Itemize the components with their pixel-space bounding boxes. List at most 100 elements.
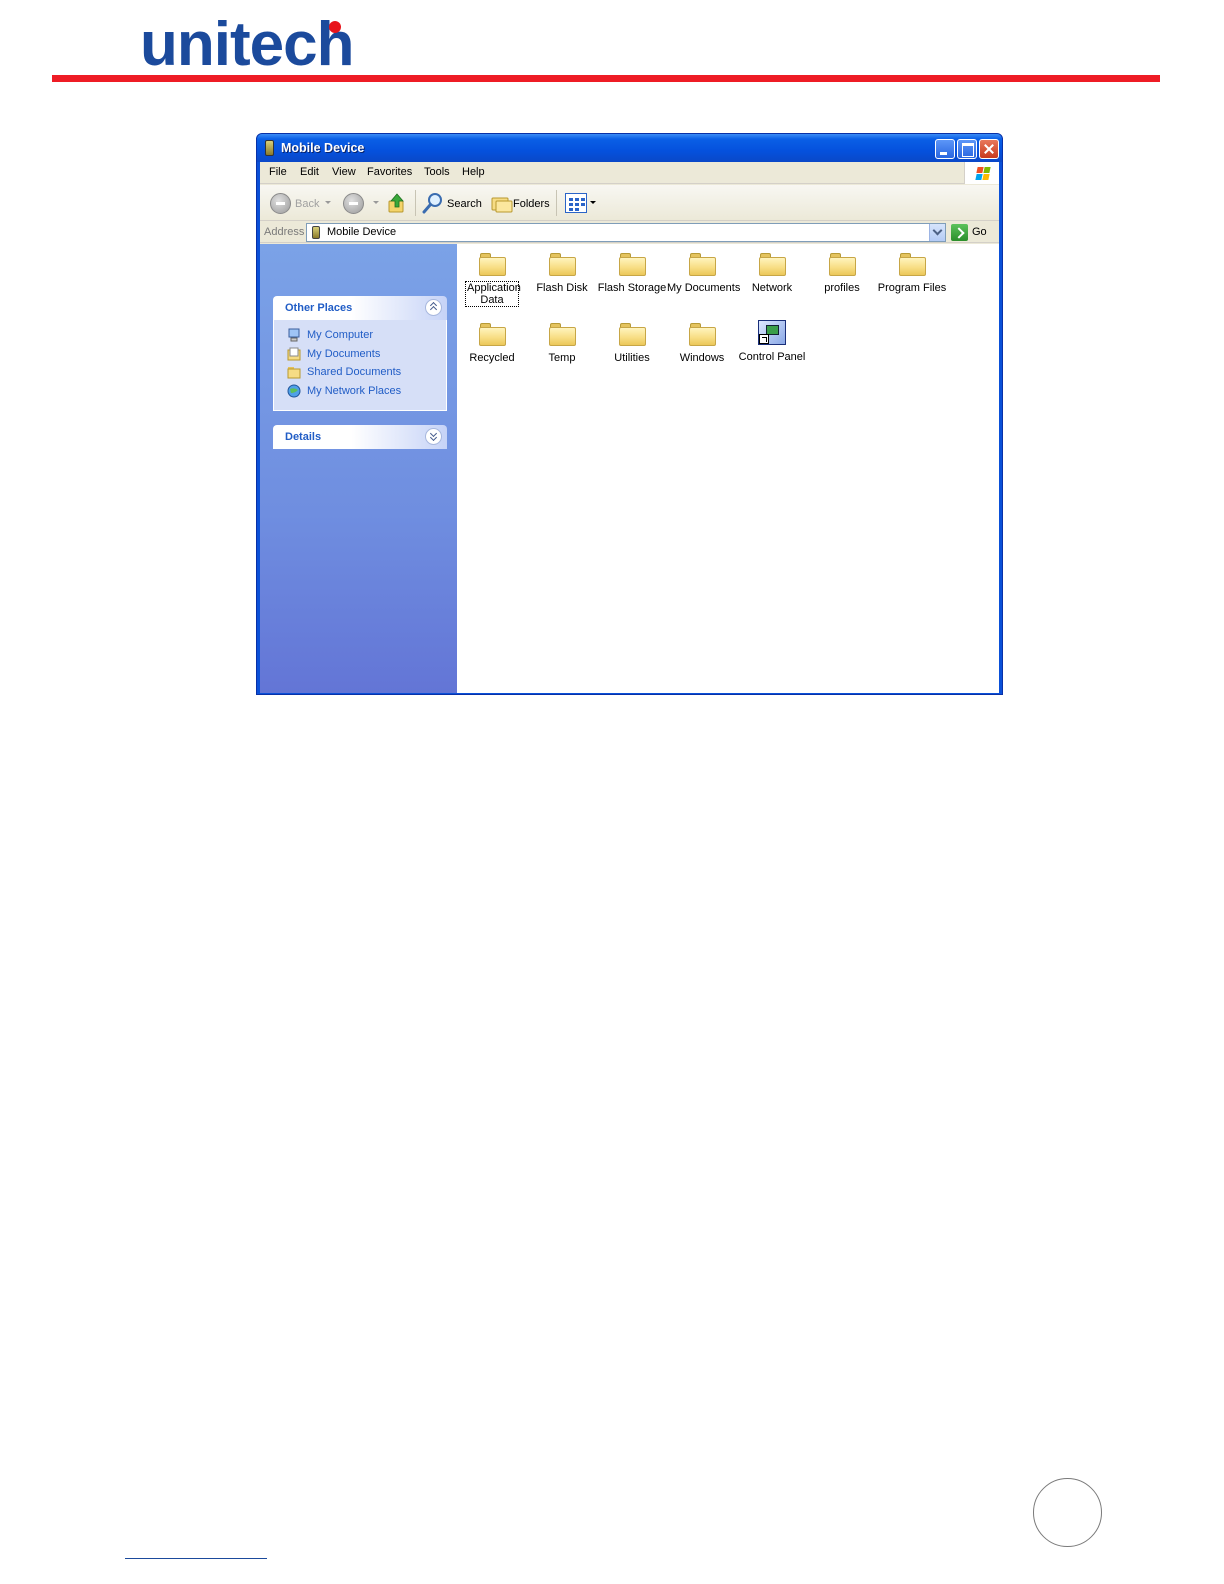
- folder-item-recycled[interactable]: Recycled: [457, 322, 527, 365]
- mobile-device-icon: [265, 140, 274, 156]
- search-button-label[interactable]: Search: [447, 198, 482, 210]
- close-button[interactable]: [979, 139, 999, 159]
- folder-icon: [758, 252, 786, 276]
- link-shared-documents[interactable]: Shared Documents: [274, 363, 446, 382]
- details-panel: Details: [273, 425, 447, 449]
- address-dropdown-icon[interactable]: [929, 224, 945, 241]
- logo-text: unitech: [140, 10, 354, 79]
- item-label: Utilities: [614, 352, 650, 364]
- details-title: Details: [285, 431, 322, 443]
- folder-item-my-documents[interactable]: My Documents: [667, 252, 741, 295]
- my-documents-icon: [287, 347, 301, 360]
- unitech-logo: unitech: [140, 14, 370, 76]
- folder-icon: [898, 252, 926, 276]
- folder-item-utilities[interactable]: Utilities: [597, 322, 667, 365]
- details-header[interactable]: Details: [273, 425, 447, 449]
- toolbar-separator: [556, 190, 557, 216]
- forward-dropdown-icon[interactable]: [373, 201, 379, 204]
- my-computer-icon: [288, 328, 300, 342]
- search-icon[interactable]: [422, 192, 444, 214]
- item-label: Windows: [679, 352, 725, 364]
- link-my-network-places[interactable]: My Network Places: [274, 382, 446, 401]
- folder-item-temp[interactable]: Temp: [527, 322, 597, 365]
- other-places-title: Other Places: [285, 302, 353, 314]
- item-label: Flash Storage: [597, 282, 667, 294]
- folder-icon: [618, 252, 646, 276]
- footer-rule: [125, 1558, 267, 1559]
- minimize-button[interactable]: [935, 139, 955, 159]
- item-label: Recycled: [469, 352, 515, 364]
- back-dropdown-icon[interactable]: [325, 201, 331, 204]
- menu-tools[interactable]: Tools: [424, 166, 450, 178]
- window-title: Mobile Device: [281, 141, 365, 155]
- back-arrow-icon[interactable]: [270, 193, 291, 214]
- address-value[interactable]: Mobile Device: [327, 226, 396, 238]
- folders-button-label[interactable]: Folders: [513, 198, 550, 210]
- menu-favorites[interactable]: Favorites: [367, 166, 412, 178]
- views-dropdown-icon[interactable]: [590, 201, 596, 204]
- task-pane: Other Places My Computer My Documents Sh…: [260, 244, 457, 693]
- back-button-label[interactable]: Back: [295, 198, 319, 210]
- folder-icon: [688, 252, 716, 276]
- folder-icon: [688, 322, 716, 346]
- item-label: profiles: [824, 282, 860, 294]
- title-bar[interactable]: Mobile Device: [257, 134, 1002, 162]
- network-places-icon: [287, 384, 301, 397]
- address-label: Address: [264, 226, 305, 238]
- maximize-button[interactable]: [957, 139, 977, 159]
- folder-icon: [618, 322, 646, 346]
- menu-view[interactable]: View: [332, 166, 356, 178]
- link-my-computer[interactable]: My Computer: [274, 326, 446, 345]
- link-label[interactable]: My Documents: [307, 348, 380, 360]
- folder-item-program-files[interactable]: Program Files: [877, 252, 947, 295]
- folder-icon: [828, 252, 856, 276]
- shortcut-item-control-panel[interactable]: Control Panel: [737, 320, 807, 364]
- folder-item-profiles[interactable]: profiles: [807, 252, 877, 295]
- address-bar: Address Mobile Device Go: [260, 222, 999, 243]
- go-button-label[interactable]: Go: [972, 226, 987, 238]
- expand-chevron-icon[interactable]: [425, 428, 442, 445]
- item-label: Temp: [548, 352, 576, 364]
- header-rule: [52, 75, 1160, 82]
- views-icon[interactable]: [565, 193, 587, 213]
- menu-bar: File Edit View Favorites Tools Help: [260, 162, 999, 184]
- windows-logo-icon: [964, 162, 999, 184]
- menu-edit[interactable]: Edit: [300, 166, 319, 178]
- folders-icon[interactable]: [491, 193, 513, 213]
- toolbar-separator: [415, 190, 416, 216]
- item-label: Control Panel: [738, 351, 806, 363]
- item-label: My Documents: [667, 282, 741, 294]
- folder-item-flash-storage[interactable]: Flash Storage: [597, 252, 667, 295]
- link-label[interactable]: My Computer: [307, 329, 373, 341]
- link-label[interactable]: My Network Places: [307, 385, 401, 397]
- forward-arrow-icon[interactable]: [343, 193, 364, 214]
- item-label: Application Data: [465, 281, 521, 307]
- other-places-links: My Computer My Documents Shared Document…: [273, 320, 447, 411]
- folder-item-flash-disk[interactable]: Flash Disk: [527, 252, 597, 295]
- item-label: Network: [751, 282, 793, 294]
- file-view[interactable]: Application Data Flash Disk Flash Storag…: [457, 244, 999, 693]
- toolbar: Back Search Folders: [260, 185, 999, 221]
- go-arrow-icon[interactable]: [951, 224, 968, 241]
- menu-file[interactable]: File: [269, 166, 287, 178]
- address-input[interactable]: Mobile Device: [306, 223, 946, 242]
- explorer-window: Mobile Device File Edit View Favorites T…: [256, 133, 1003, 695]
- mobile-device-icon: [312, 226, 320, 239]
- folder-item-application-data[interactable]: Application Data: [457, 252, 527, 307]
- link-my-documents[interactable]: My Documents: [274, 345, 446, 364]
- folder-icon: [478, 252, 506, 276]
- other-places-header[interactable]: Other Places: [273, 296, 447, 320]
- menu-help[interactable]: Help: [462, 166, 485, 178]
- up-folder-icon[interactable]: [388, 193, 406, 213]
- link-label[interactable]: Shared Documents: [307, 366, 401, 378]
- other-places-panel: Other Places My Computer My Documents Sh…: [273, 296, 447, 411]
- folder-icon: [478, 322, 506, 346]
- folder-item-windows[interactable]: Windows: [667, 322, 737, 365]
- window-client: File Edit View Favorites Tools Help Back: [260, 162, 999, 693]
- collapse-chevron-icon[interactable]: [425, 299, 442, 316]
- shared-documents-icon: [287, 367, 301, 379]
- control-panel-shortcut-icon: [758, 320, 786, 345]
- folder-item-network[interactable]: Network: [737, 252, 807, 295]
- folder-icon: [548, 322, 576, 346]
- logo-dot: [329, 21, 341, 33]
